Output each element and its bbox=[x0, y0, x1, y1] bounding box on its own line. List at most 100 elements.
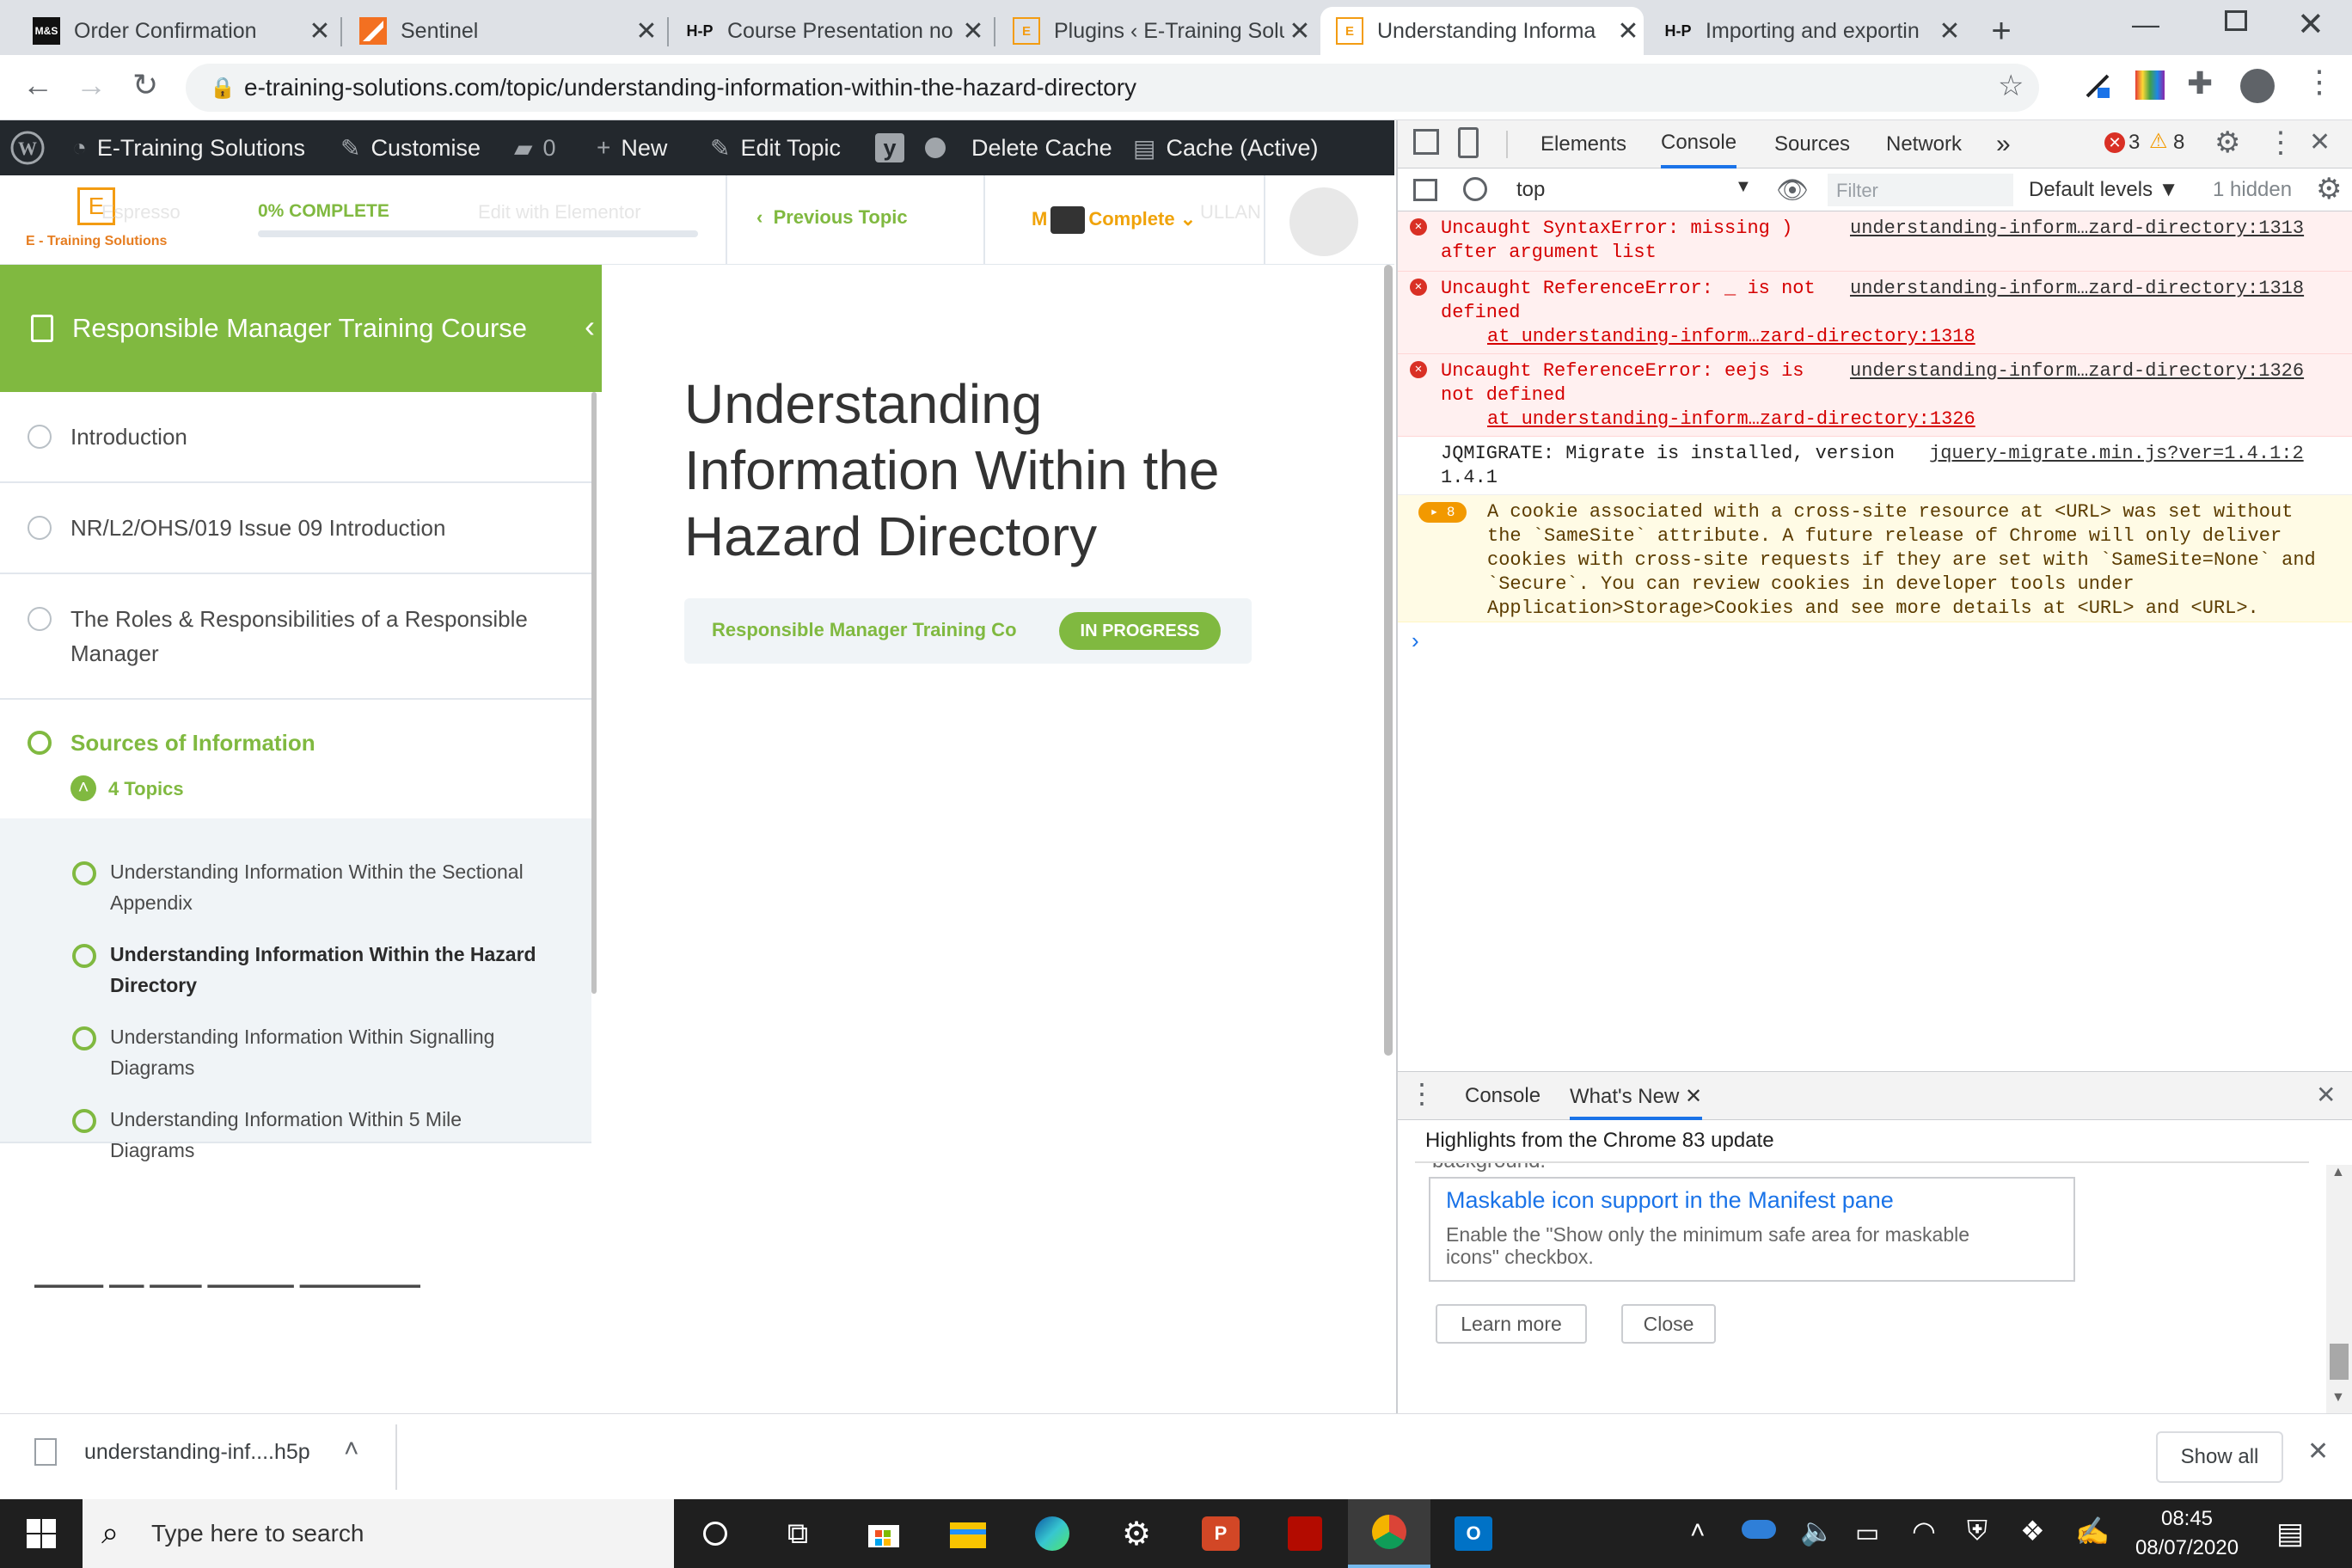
tab-understanding-information[interactable]: E Understanding Informa ✕ bbox=[1320, 7, 1644, 55]
back-icon[interactable]: ← bbox=[22, 67, 53, 103]
profile-avatar-icon[interactable] bbox=[2240, 69, 2275, 103]
lesson-item-issue-09[interactable]: NR/L2/OHS/019 Issue 09 Introduction bbox=[0, 483, 591, 574]
console-prompt-icon[interactable]: › bbox=[1412, 628, 1419, 654]
settings-gear-icon[interactable]: ⚙ bbox=[1095, 1499, 1178, 1568]
onedrive-icon[interactable] bbox=[1742, 1520, 1776, 1539]
source-link[interactable]: jquery-migrate.min.js?ver=1.4.1:2 bbox=[1929, 442, 2304, 466]
minimize-icon[interactable]: — bbox=[2132, 9, 2159, 40]
user-avatar[interactable] bbox=[1289, 187, 1358, 256]
device-toolbar-icon[interactable] bbox=[1458, 127, 1479, 158]
page-scrollbar[interactable] bbox=[1384, 265, 1393, 1056]
scroll-up-arrow-icon[interactable]: ▲ bbox=[2331, 1165, 2345, 1180]
devtools-tab-console[interactable]: Console bbox=[1661, 120, 1737, 168]
extensions-puzzle-icon[interactable]: ✚ bbox=[2187, 65, 2213, 101]
wordpress-logo-icon[interactable]: W bbox=[10, 120, 45, 175]
close-download-bar-icon[interactable]: ✕ bbox=[2307, 1436, 2329, 1467]
more-tabs-icon[interactable]: » bbox=[1996, 120, 2011, 168]
topic-item[interactable]: Understanding Information Within the Sec… bbox=[110, 856, 574, 918]
show-all-button[interactable]: Show all bbox=[2156, 1431, 2283, 1483]
error-count[interactable]: 3 bbox=[2128, 131, 2140, 155]
source-link[interactable]: understanding-inform…zard-directory:1318 bbox=[1850, 277, 2304, 301]
close-window-icon[interactable]: ✕ bbox=[2297, 5, 2324, 44]
scroll-thumb[interactable] bbox=[2330, 1344, 2349, 1380]
topic-item[interactable]: Understanding Information Within Signall… bbox=[110, 1021, 574, 1083]
devtools-tab-sources[interactable]: Sources bbox=[1774, 120, 1850, 168]
microsoft-store-icon[interactable] bbox=[842, 1499, 925, 1568]
drawer-tab-whats-new[interactable]: What's New ✕ bbox=[1570, 1072, 1703, 1120]
wp-cache-active[interactable]: ▤ Cache (Active) bbox=[1133, 120, 1319, 175]
tab-order-confirmation[interactable]: M&S Order Confirmation ✕ bbox=[17, 7, 335, 55]
topics-toggle[interactable]: 4 Topics bbox=[108, 772, 184, 806]
wp-new[interactable]: + New bbox=[597, 120, 667, 175]
action-center-icon[interactable]: ▤ bbox=[2276, 1516, 2304, 1551]
learn-more-button[interactable]: Learn more bbox=[1436, 1304, 1587, 1344]
taskbar-search-box[interactable]: ⌕ Type here to search bbox=[83, 1499, 674, 1568]
clear-console-icon[interactable] bbox=[1463, 177, 1487, 201]
close-tab-icon[interactable]: ✕ bbox=[304, 16, 335, 46]
scroll-down-arrow-icon[interactable]: ▼ bbox=[2331, 1390, 2345, 1406]
tab-plugins[interactable]: E Plugins ‹ E-Training Solu ✕ bbox=[997, 7, 1315, 55]
stack-link[interactable]: at understanding-inform…zard-directory:1… bbox=[1487, 325, 1975, 349]
address-bar[interactable]: 🔒 e-training-solutions.com/topic/underst… bbox=[186, 64, 2039, 112]
close-button[interactable]: Close bbox=[1621, 1304, 1716, 1344]
dropbox-icon[interactable]: ❖ bbox=[2020, 1515, 2045, 1547]
acrobat-icon[interactable] bbox=[1264, 1499, 1346, 1568]
security-shield-icon[interactable]: ⛨ bbox=[1967, 1515, 1988, 1547]
wp-comments[interactable]: ▰ 0 bbox=[514, 120, 556, 175]
windows-start-icon[interactable] bbox=[0, 1499, 83, 1568]
yoast-icon[interactable]: y bbox=[875, 120, 904, 175]
mark-complete-button[interactable]: M Complete ⌄ bbox=[1032, 206, 1196, 234]
devtools-menu-icon[interactable]: ⋮ bbox=[2266, 126, 2295, 160]
forward-icon[interactable]: → bbox=[76, 67, 107, 103]
extension-color-icon[interactable] bbox=[2135, 70, 2165, 100]
tab-course-presentation[interactable]: H-P Course Presentation no ✕ bbox=[671, 7, 989, 55]
source-link[interactable]: understanding-inform…zard-directory:1313 bbox=[1850, 217, 2304, 241]
close-drawer-tab-icon[interactable]: ✕ bbox=[1685, 1085, 1702, 1108]
tab-sentinel[interactable]: Sentinel ✕ bbox=[344, 7, 662, 55]
expand-topics-chevron-icon[interactable]: ˄ bbox=[70, 775, 96, 801]
card-title-link[interactable]: Maskable icon support in the Manifest pa… bbox=[1446, 1187, 1894, 1214]
live-expression-eye-icon[interactable]: 👁 bbox=[1776, 175, 1809, 205]
bookmark-star-icon[interactable]: ☆ bbox=[1998, 69, 2024, 103]
devtools-tab-network[interactable]: Network bbox=[1886, 120, 1962, 168]
close-drawer-icon[interactable]: ✕ bbox=[2316, 1081, 2336, 1109]
console-warning-group[interactable]: ▸ 8 A cookie associated with a cross-sit… bbox=[1398, 495, 2352, 622]
inspect-element-icon[interactable] bbox=[1413, 129, 1439, 155]
wifi-icon[interactable]: ◠ bbox=[1912, 1515, 1936, 1547]
outlook-icon[interactable]: O bbox=[1432, 1499, 1515, 1568]
lesson-item-sources[interactable]: Sources of Information ˄ 4 Topics bbox=[0, 700, 591, 818]
lesson-item-roles[interactable]: The Roles & Responsibilities of a Respon… bbox=[0, 574, 591, 700]
drawer-scrollbar[interactable]: ▲ ▼ bbox=[2326, 1165, 2352, 1414]
extension-pen-icon[interactable] bbox=[2084, 70, 2113, 100]
edge-icon[interactable] bbox=[1011, 1499, 1093, 1568]
volume-icon[interactable]: 🔈 bbox=[1800, 1515, 1834, 1547]
course-title-bar[interactable]: Responsible Manager Training Course bbox=[0, 265, 602, 392]
settings-gear-icon[interactable]: ⚙ bbox=[2214, 126, 2240, 160]
show-sidebar-icon[interactable] bbox=[1413, 179, 1437, 201]
download-options-chevron-icon[interactable]: ˄ bbox=[344, 1435, 359, 1464]
download-filename[interactable]: understanding-inf....h5p bbox=[84, 1440, 310, 1465]
close-tab-icon[interactable]: ✕ bbox=[1934, 16, 1965, 46]
topic-item-current[interactable]: Understanding Information Within the Haz… bbox=[110, 939, 574, 1001]
devtools-tab-elements[interactable]: Elements bbox=[1540, 120, 1626, 168]
close-tab-icon[interactable]: ✕ bbox=[631, 16, 662, 46]
wp-edit-topic[interactable]: ✎ Edit Topic bbox=[710, 120, 841, 175]
wp-site-name[interactable]: ◔ E-Training Solutions bbox=[72, 120, 305, 175]
course-badge-text[interactable]: Responsible Manager Training Co bbox=[712, 619, 1017, 641]
restore-icon[interactable] bbox=[2225, 10, 2247, 31]
previous-topic-link[interactable]: ‹ Previous Topic bbox=[756, 206, 908, 229]
task-view-icon[interactable]: ⧉ bbox=[756, 1499, 839, 1568]
close-tab-icon[interactable]: ✕ bbox=[1284, 16, 1315, 46]
chrome-icon[interactable] bbox=[1348, 1499, 1430, 1568]
stack-link[interactable]: at understanding-inform…zard-directory:1… bbox=[1487, 407, 1975, 432]
url-text[interactable]: e-training-solutions.com/topic/understan… bbox=[244, 74, 1136, 101]
source-link[interactable]: understanding-inform…zard-directory:1326 bbox=[1850, 359, 2304, 383]
new-tab-icon[interactable]: + bbox=[1977, 7, 2025, 55]
lesson-item-introduction[interactable]: Introduction bbox=[0, 392, 591, 483]
battery-icon[interactable]: ▭ bbox=[1855, 1518, 1879, 1548]
drawer-menu-icon[interactable]: ⋮ bbox=[1408, 1077, 1436, 1110]
close-tab-icon[interactable]: ✕ bbox=[958, 16, 989, 46]
context-selector[interactable]: top ▼ bbox=[1508, 168, 1757, 211]
drawer-tab-console[interactable]: Console bbox=[1465, 1084, 1540, 1108]
log-levels-dropdown[interactable]: Default levels ▼ bbox=[2029, 178, 2179, 202]
